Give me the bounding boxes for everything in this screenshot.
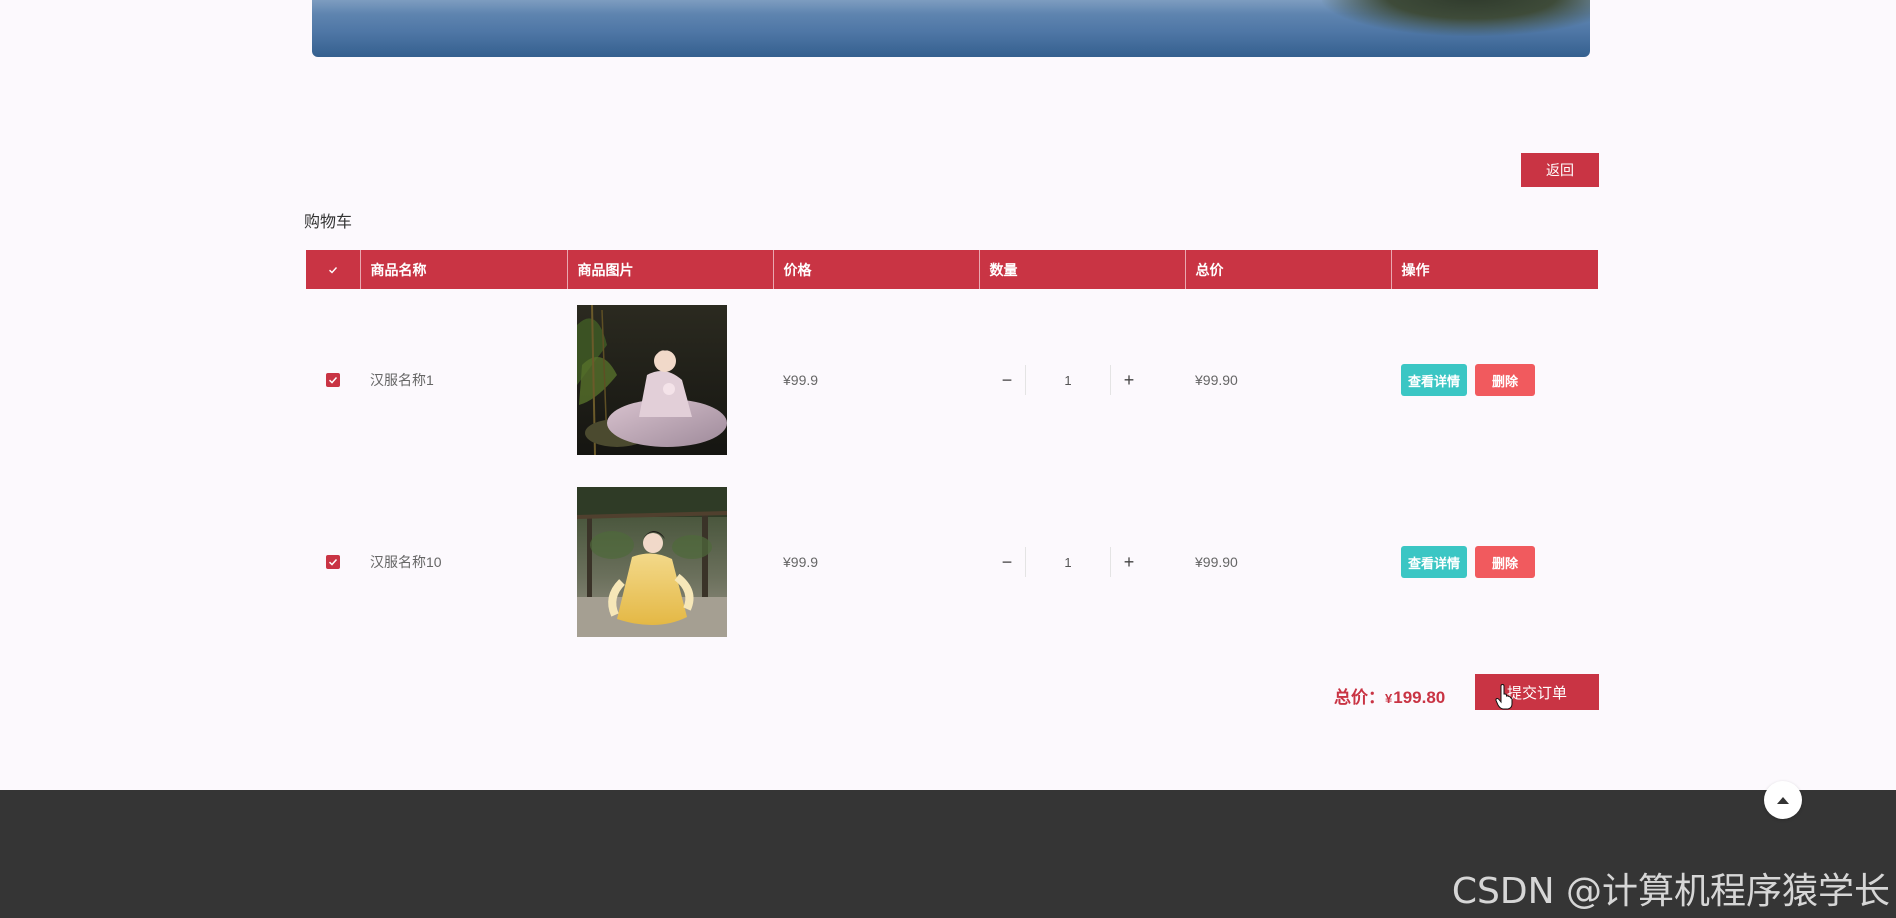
quantity-cell: − 1 + [979, 289, 1185, 471]
cart-total-amount: 199.80 [1393, 688, 1446, 707]
quantity-stepper: − 1 + [989, 365, 1175, 395]
product-image-cell [567, 289, 773, 471]
check-icon [326, 263, 340, 277]
back-button[interactable]: 返回 [1521, 153, 1599, 187]
view-detail-button[interactable]: 查看详情 [1401, 364, 1467, 396]
banner-image [312, 0, 1590, 57]
column-header-actions: 操作 [1401, 261, 1430, 278]
column-header-total: 总价 [1185, 250, 1392, 289]
product-image[interactable] [577, 305, 727, 455]
cart-total: 总价： ¥ 199.80 [1334, 683, 1445, 708]
row-checkbox-cell [306, 289, 360, 471]
quantity-stepper: − 1 + [989, 547, 1175, 577]
select-all-checkbox[interactable] [306, 250, 361, 289]
check-icon [328, 558, 338, 566]
arrow-up-icon [1777, 797, 1789, 804]
column-header-price: 价格 [773, 250, 980, 289]
plus-icon[interactable]: + [1111, 365, 1147, 395]
quantity-input[interactable]: 1 [1025, 365, 1111, 395]
plus-icon[interactable]: + [1111, 547, 1147, 577]
product-image-cell [567, 471, 773, 653]
actions-cell: 查看详情 删除 [1391, 471, 1598, 653]
column-header-quantity: 数量 [979, 250, 1186, 289]
quantity-input[interactable]: 1 [1025, 547, 1111, 577]
product-price: ¥99.9 [783, 554, 819, 570]
quantity-cell: − 1 + [979, 471, 1185, 653]
check-icon [328, 376, 338, 384]
row-checkbox[interactable] [326, 555, 340, 569]
hand-pointer-icon [1495, 684, 1513, 710]
cart-table: 商品名称 商品图片 价格 数量 总价 操作 汉服名称1 ¥99.9 − 1 + … [306, 250, 1598, 653]
cart-total-label: 总价： [1334, 688, 1385, 707]
actions-cell: 查看详情 删除 [1391, 289, 1598, 471]
row-checkbox-cell [306, 471, 360, 653]
delete-button[interactable]: 删除 [1475, 546, 1535, 578]
delete-button[interactable]: 删除 [1475, 364, 1535, 396]
banner-mountain [1322, 0, 1590, 36]
product-image[interactable] [577, 487, 727, 637]
row-checkbox[interactable] [326, 373, 340, 387]
watermark: CSDN @计算机程序猿学长 [1451, 871, 1890, 912]
back-to-top-button[interactable] [1764, 781, 1802, 819]
submit-order-button[interactable]: 提交订单 [1475, 674, 1599, 710]
product-price: ¥99.9 [783, 372, 819, 388]
cart-total-currency: ¥ [1385, 691, 1393, 706]
cart-title: 购物车 [304, 214, 353, 231]
column-header-image: 商品图片 [567, 250, 774, 289]
view-detail-button[interactable]: 查看详情 [1401, 546, 1467, 578]
row-total: ¥99.90 [1195, 372, 1238, 388]
product-name: 汉服名称10 [370, 554, 442, 570]
row-total: ¥99.90 [1195, 554, 1238, 570]
minus-icon[interactable]: − [989, 547, 1025, 577]
minus-icon[interactable]: − [989, 365, 1025, 395]
product-name: 汉服名称1 [370, 372, 434, 388]
table-row: 汉服名称1 ¥99.9 − 1 + ¥99.90 查看详情 删除 [306, 289, 1598, 471]
table-row: 汉服名称10 ¥99.9 − 1 + ¥99.90 查看详情 删除 [306, 471, 1598, 653]
column-header-name: 商品名称 [360, 250, 568, 289]
table-header-row: 商品名称 商品图片 价格 数量 总价 操作 [306, 250, 1598, 289]
